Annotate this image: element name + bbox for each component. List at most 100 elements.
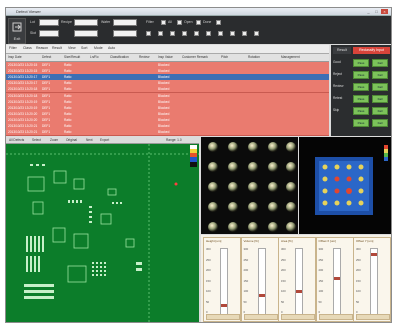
option-checkbox-9[interactable] (242, 31, 247, 36)
table-cell: DEF1 (42, 111, 51, 116)
column-header[interactable]: Insp Value (158, 55, 173, 59)
gauge-panel: Offset Y [um] 300 250 200 150 100 50 0 (353, 237, 391, 322)
filter-item[interactable]: Filter (9, 46, 17, 50)
table-cell: Blocked (158, 117, 170, 122)
option-checkbox-4[interactable] (182, 31, 187, 36)
table-cell: Ratio (64, 105, 72, 110)
pass-button[interactable]: Pass (353, 119, 369, 127)
filter-bar: Filter Class Reason Result View Sort Mod… (6, 45, 329, 54)
done-checkbox[interactable] (216, 20, 221, 25)
option-checkbox-5[interactable] (194, 31, 199, 36)
gauge-tick: 200 (318, 268, 324, 272)
table-cell: Ratio (64, 130, 72, 135)
fail-button[interactable]: Fail (372, 107, 388, 115)
height-map-view[interactable] (299, 137, 391, 234)
date-to-field[interactable] (113, 30, 137, 37)
column-header[interactable]: Customer Remark (182, 55, 208, 59)
all-checkbox[interactable] (177, 20, 182, 25)
gauge-footer (356, 314, 390, 320)
tab-reclassify[interactable]: Reclassify Input (353, 47, 390, 54)
exit-button[interactable]: Exit (8, 18, 26, 44)
table-cell: DEF1 (42, 105, 51, 110)
table-cell: DEF1 (42, 81, 51, 86)
pass-button[interactable]: Pass (353, 95, 369, 103)
option-checkbox-8[interactable] (230, 31, 235, 36)
window-title: Defect Viewer (16, 9, 41, 14)
option-checkbox-3[interactable] (170, 31, 175, 36)
gauge-tick: 150 (318, 278, 324, 283)
gauge-tick: 300 (356, 247, 361, 251)
defect-marker[interactable] (174, 182, 178, 186)
column-header[interactable]: Rotation (248, 55, 260, 59)
date-from-field[interactable] (74, 30, 98, 37)
gauge-footer (318, 314, 353, 320)
gauge-tick: 200 (243, 268, 249, 272)
recipe-field[interactable] (74, 19, 98, 26)
tab-result[interactable]: Result (333, 47, 351, 54)
filter-item[interactable]: Reason (36, 46, 48, 50)
table-cell: DEF1 (42, 99, 51, 104)
lot-field[interactable] (39, 19, 59, 26)
column-header[interactable]: Pitch (221, 55, 228, 59)
column-header[interactable]: Defect (42, 55, 51, 59)
toolbar: Exit Lot Recipe Wafer Slot Filter All Op… (6, 16, 391, 44)
board-tool[interactable]: Next (86, 138, 93, 142)
exit-label: Exit (13, 36, 21, 41)
gauge-tick: 150 (281, 278, 286, 283)
column-header[interactable]: Classification (110, 55, 129, 59)
filter-item[interactable]: Class (23, 46, 32, 50)
color-scale (190, 145, 197, 167)
maximize-button[interactable]: □ (373, 9, 380, 14)
column-header[interactable]: Ln/Ro (90, 55, 99, 59)
gauge-title: Volume [%] (243, 239, 259, 243)
pass-button[interactable]: Pass (353, 71, 369, 79)
field-label-wafer: Wafer (101, 20, 111, 24)
slot-field[interactable] (39, 30, 59, 37)
column-header[interactable]: Review (139, 55, 149, 59)
fail-button[interactable]: Fail (372, 83, 388, 91)
minimize-button[interactable]: _ (365, 9, 372, 14)
filter-item[interactable]: Auto (108, 46, 115, 50)
gauge-tick: 50 (356, 299, 360, 304)
gauge-tick: 150 (356, 278, 361, 283)
board-tool[interactable]: Zoom (50, 138, 58, 142)
pass-button[interactable]: Pass (353, 83, 369, 91)
filter-item[interactable]: Mode (94, 46, 103, 50)
close-button[interactable]: × (381, 9, 388, 14)
filter-item[interactable]: Sort (81, 46, 87, 50)
fail-button[interactable]: Fail (372, 71, 388, 79)
camera-image-view[interactable] (201, 137, 298, 234)
fail-button[interactable]: Fail (372, 59, 388, 67)
filter-item[interactable]: View (68, 46, 76, 50)
result-label: Review (333, 84, 344, 88)
table-cell: 2013/10/23 13:20:20 (8, 111, 38, 116)
title-bar: Defect Viewer _ □ × (6, 8, 391, 16)
board-tool[interactable]: Select (32, 138, 41, 142)
gauge-tick: 100 (356, 289, 361, 293)
pass-button[interactable]: Pass (353, 107, 369, 115)
board-tool[interactable]: Original (66, 138, 77, 142)
table-cell: 2013/10/23 13:20:18 (8, 93, 38, 98)
open-checkbox[interactable] (196, 20, 201, 25)
option-checkbox-10[interactable] (254, 31, 259, 36)
board-layout-view[interactable]: All Defects Select Zoom Original Next Ex… (6, 137, 199, 322)
column-header[interactable]: Size/Result (64, 55, 80, 59)
fail-button[interactable]: Fail (372, 95, 388, 103)
solder-ball-image (208, 142, 296, 232)
option-checkbox-1[interactable] (146, 31, 151, 36)
pass-button[interactable]: Pass (353, 59, 369, 67)
option-checkbox-6[interactable] (206, 31, 211, 36)
table-row[interactable]: 2013/10/23 13:20:21 DEF1 Ratio Blocked (6, 129, 329, 137)
filter-checkbox[interactable] (161, 20, 166, 25)
column-header[interactable]: Insp Date (8, 55, 22, 59)
board-canvas[interactable] (6, 144, 199, 322)
gauge-title: Area [%] (281, 239, 293, 243)
column-header[interactable]: Management (281, 55, 300, 59)
option-checkbox-7[interactable] (218, 31, 223, 36)
fail-button[interactable]: Fail (372, 119, 388, 127)
board-tool[interactable]: Export (100, 138, 109, 142)
wafer-field[interactable] (113, 19, 137, 26)
filter-item[interactable]: Result (52, 46, 62, 50)
option-checkbox-2[interactable] (158, 31, 163, 36)
board-tool[interactable]: All Defects (9, 138, 24, 142)
